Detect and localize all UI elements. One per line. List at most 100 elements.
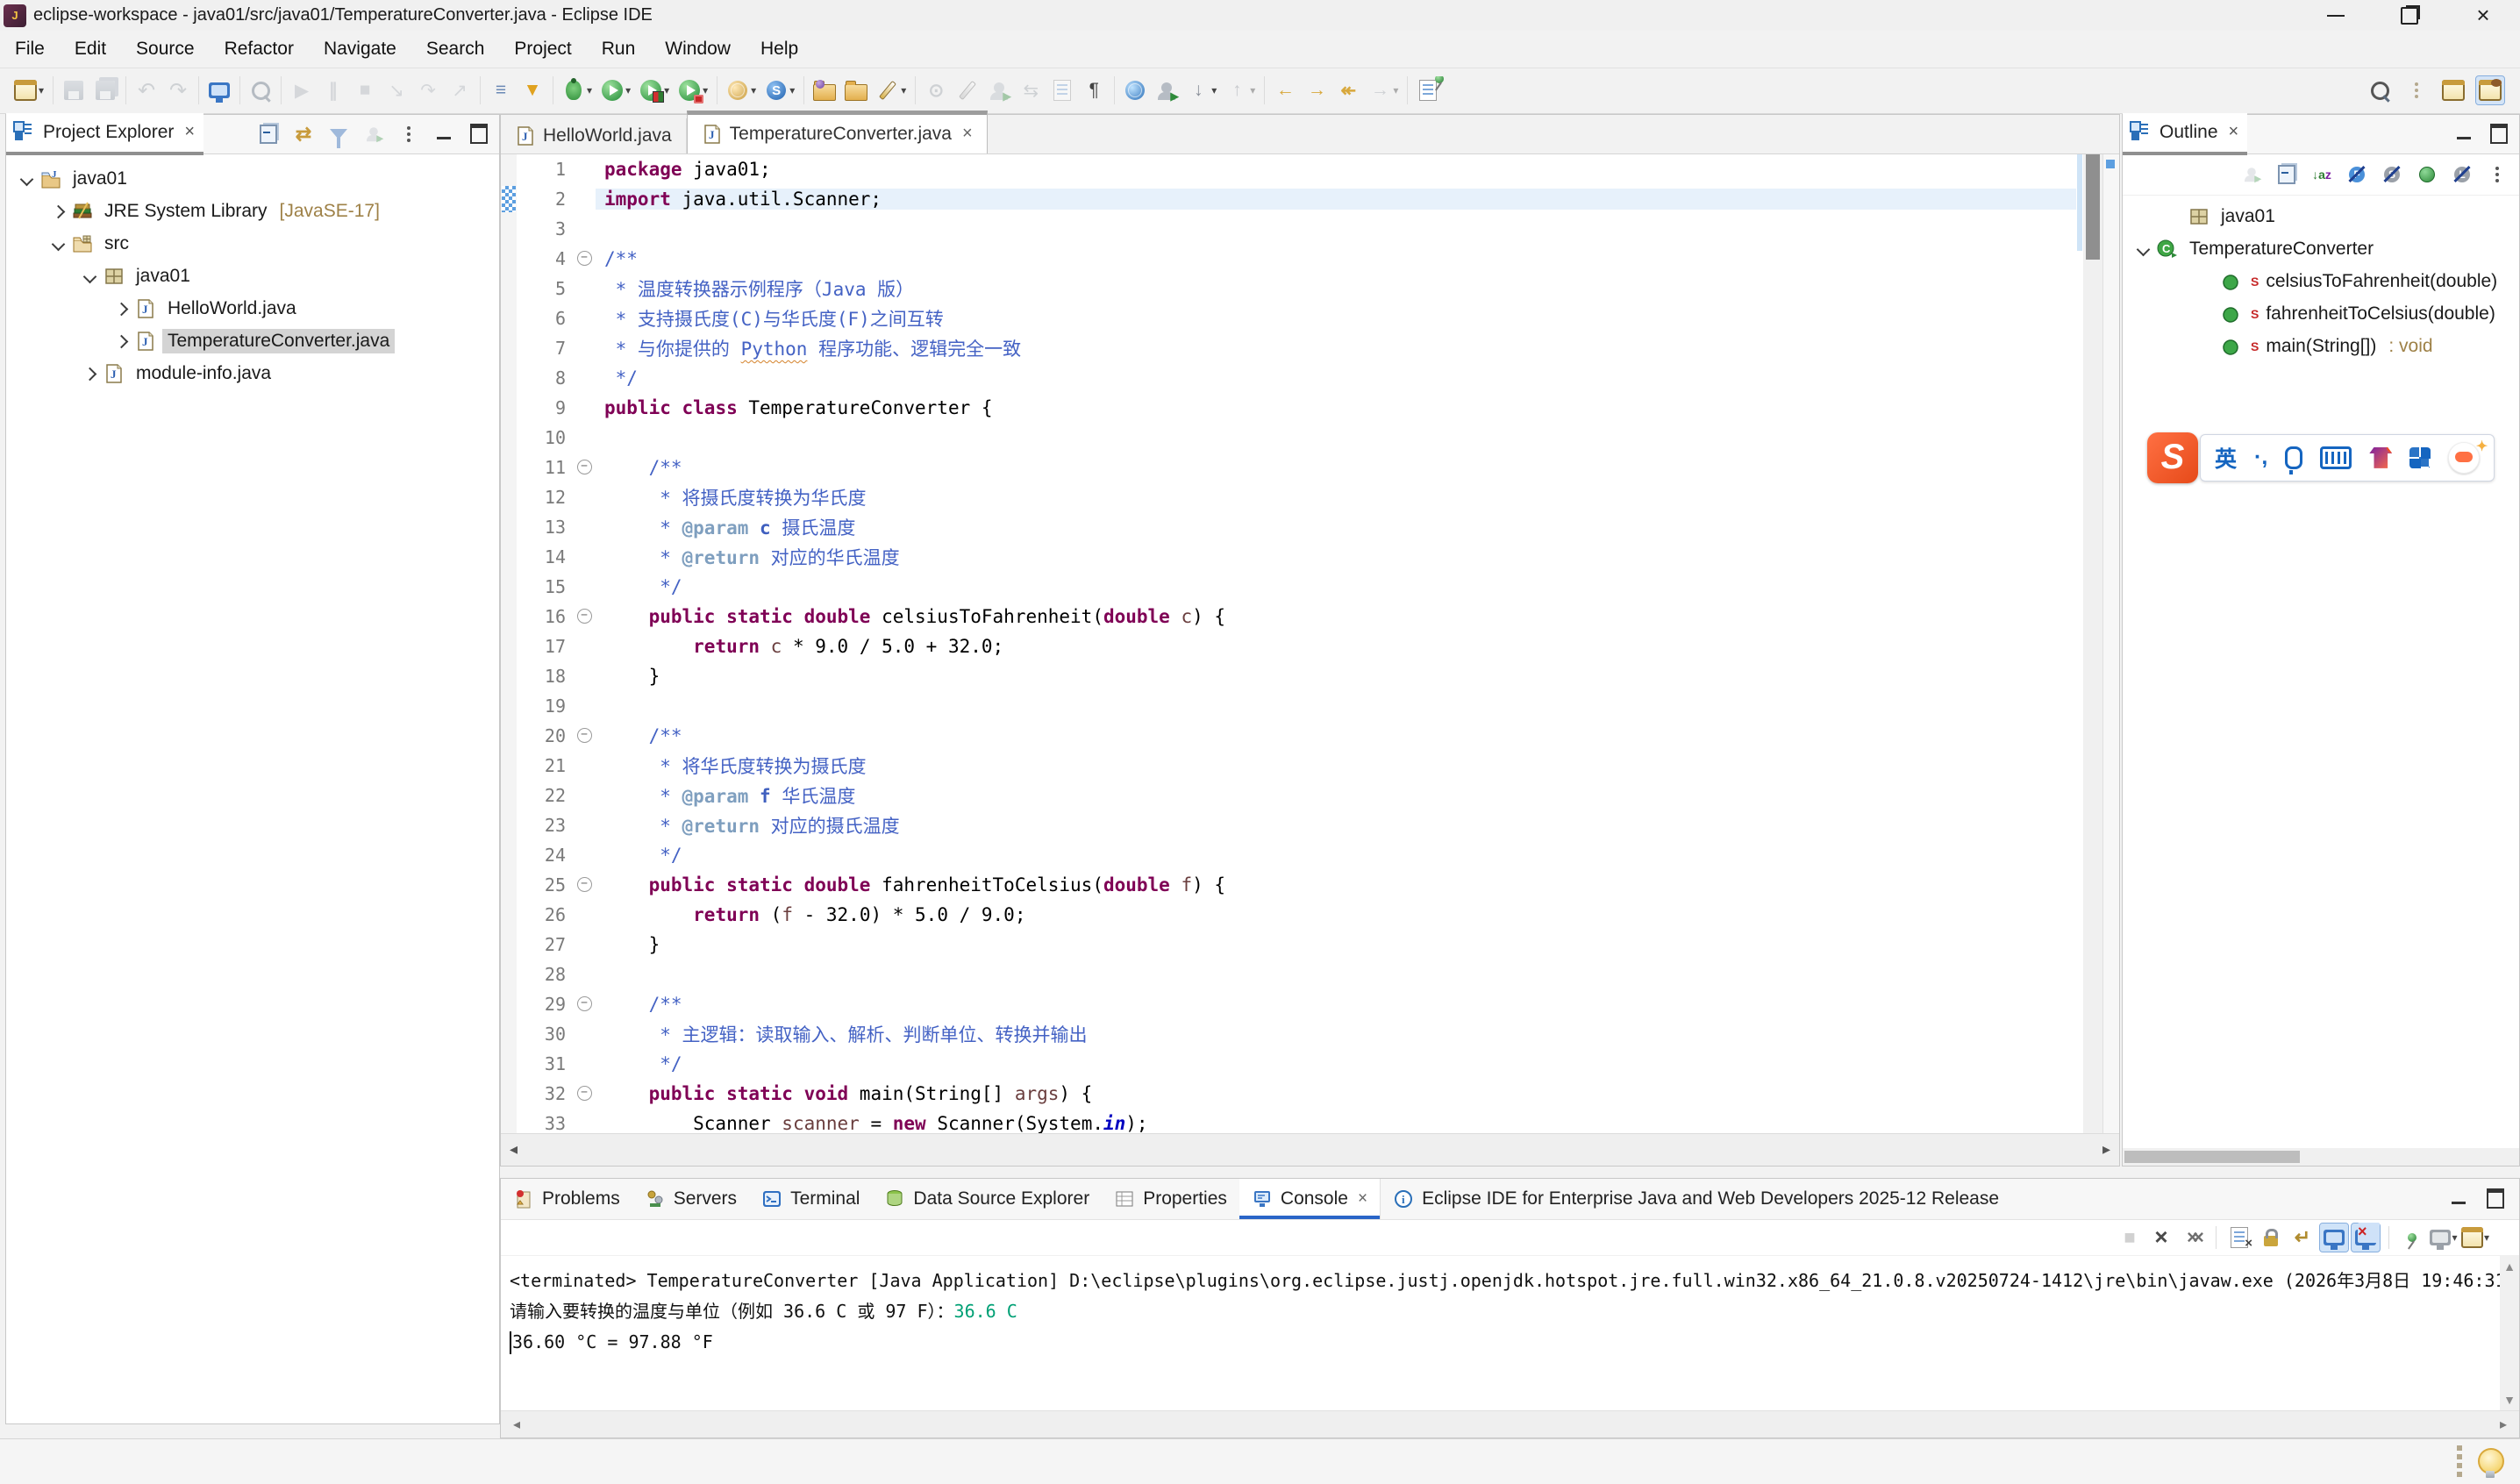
run-as-user-button[interactable] <box>1153 76 1181 104</box>
outline-item-celsiustofahrenheit-double-[interactable]: ScelsiusToFahrenheit(double) <box>2123 266 2519 298</box>
last-edit-location-button[interactable]: ↞ <box>1334 76 1362 104</box>
show-stderr-button[interactable] <box>2352 1224 2380 1252</box>
project-explorer-close-icon[interactable]: × <box>184 122 195 142</box>
fold-collapse-icon[interactable]: − <box>577 1086 592 1101</box>
display-selected-console-button[interactable]: ▾ <box>2430 1224 2458 1252</box>
pin-editor-button[interactable] <box>1414 76 1442 104</box>
menu-file[interactable]: File <box>0 31 60 67</box>
tips-lightbulb-icon[interactable] <box>2478 1448 2504 1474</box>
remove-all-launches-button[interactable]: ×× <box>2179 1224 2207 1252</box>
assistant-icon[interactable] <box>2448 442 2480 474</box>
chevron-right-icon[interactable] <box>46 207 69 217</box>
code-line-2[interactable]: 2import java.util.Scanner; <box>501 184 2076 214</box>
explorer-item-helloworld-java[interactable]: JHelloWorld.java <box>6 293 499 325</box>
outline-horizontal-scrollbar[interactable] <box>2123 1148 2519 1166</box>
code-line-31[interactable]: 31 */ <box>501 1049 2076 1079</box>
code-line-18[interactable]: 18 } <box>501 661 2076 691</box>
code-line-21[interactable]: 21 * 将华氏度转换为摄氏度 <box>501 751 2076 781</box>
fold-collapse-icon[interactable]: − <box>577 460 592 474</box>
apps-grid-icon[interactable] <box>2409 447 2431 468</box>
skin-icon[interactable] <box>2369 447 2392 468</box>
minimize-button[interactable] <box>2299 0 2373 31</box>
open-console-button[interactable]: ▾ <box>2461 1224 2489 1252</box>
menu-source[interactable]: Source <box>121 31 210 67</box>
bottom-tab-eclipse-ide-for-enterprise-java-and-web-[interactable]: iEclipse IDE for Enterprise Java and Web… <box>1380 1179 2011 1219</box>
use-step-filters-button[interactable]: ▼ <box>518 76 546 104</box>
scroll-left-icon[interactable]: ◂ <box>513 1416 520 1433</box>
debug-button[interactable]: ▾ <box>560 76 595 104</box>
maximize-view-icon[interactable] <box>2488 123 2510 146</box>
next-annotation-button[interactable]: ↓▾ <box>1184 76 1219 104</box>
chevron-down-icon[interactable] <box>78 272 101 282</box>
skip-breakpoints-button[interactable]: ≡ <box>487 76 515 104</box>
open-browser-button[interactable] <box>1121 76 1149 104</box>
hide-static-members-icon[interactable]: S <box>2381 163 2403 186</box>
ime-language-mode[interactable]: 英 <box>2215 442 2237 474</box>
code-line-23[interactable]: 23 * @return 对应的摄氏温度 <box>501 810 2076 840</box>
editor-horizontal-scrollbar[interactable]: ◂ ▸ <box>501 1133 2119 1166</box>
collapse-all-icon[interactable] <box>2275 163 2298 186</box>
open-folder-button[interactable] <box>810 76 839 104</box>
fold-collapse-icon[interactable]: − <box>577 251 592 266</box>
fold-collapse-icon[interactable]: − <box>577 609 592 624</box>
code-line-13[interactable]: 13 * @param c 摄氏温度 <box>501 512 2076 542</box>
editor-tab-temperatureconverter-java[interactable]: JTemperatureConverter.java× <box>687 111 988 153</box>
close-tab-icon[interactable]: × <box>962 124 973 144</box>
new-wizard-button[interactable]: ▾ <box>11 76 46 104</box>
search-button[interactable] <box>2366 76 2394 104</box>
menu-search[interactable]: Search <box>411 31 500 67</box>
menu-project[interactable]: Project <box>499 31 586 67</box>
bottom-tab-console[interactable]: Console× <box>1239 1179 1380 1219</box>
minimize-view-icon[interactable] <box>2452 123 2475 146</box>
code-line-17[interactable]: 17 return c * 9.0 / 5.0 + 32.0; <box>501 631 2076 661</box>
chevron-down-icon[interactable] <box>46 239 69 249</box>
outline-item-java01[interactable]: java01 <box>2123 201 2519 233</box>
editor-tab-helloworld-java[interactable]: JHelloWorld.java <box>501 118 687 153</box>
more-dots-button[interactable] <box>2402 76 2431 104</box>
punctuation-icon[interactable]: ·, <box>2254 445 2267 470</box>
pin-console-button[interactable] <box>2398 1224 2426 1252</box>
word-wrap-button[interactable]: ↵ <box>2288 1224 2317 1252</box>
open-remote-system-button[interactable] <box>205 76 233 104</box>
web-service-button[interactable]: S▾ <box>762 76 797 104</box>
code-line-24[interactable]: 24 */ <box>501 840 2076 870</box>
sogou-logo-icon[interactable]: S <box>2147 432 2198 483</box>
mark-element-button[interactable]: ▾ <box>874 76 909 104</box>
maximize-view-icon[interactable] <box>468 123 490 146</box>
code-line-32[interactable]: 32− public static void main(String[] arg… <box>501 1079 2076 1109</box>
run-secure-button[interactable]: ▾ <box>675 76 710 104</box>
code-line-22[interactable]: 22 * @param f 华氏温度 <box>501 781 2076 810</box>
bottom-tab-properties[interactable]: Properties <box>1102 1179 1239 1219</box>
code-line-19[interactable]: 19 <box>501 691 2076 721</box>
editor-vertical-scrollbar[interactable] <box>2083 154 2102 1133</box>
microphone-icon[interactable] <box>2285 446 2302 469</box>
drag-handle-icon[interactable] <box>2457 1445 2462 1451</box>
show-whitespace-button[interactable]: ¶ <box>1080 76 1108 104</box>
view-menu-icon[interactable] <box>2486 163 2509 186</box>
code-line-14[interactable]: 14 * @return 对应的华氏温度 <box>501 542 2076 572</box>
chevron-right-icon[interactable] <box>78 369 101 379</box>
import-items-button[interactable] <box>842 76 870 104</box>
code-line-25[interactable]: 25− public static double fahrenheitToCel… <box>501 870 2076 900</box>
outline-item-fahrenheittocelsius-double-[interactable]: SfahrenheitToCelsius(double) <box>2123 298 2519 331</box>
bottom-tab-data-source-explorer[interactable]: Data Source Explorer <box>872 1179 1102 1219</box>
menu-navigate[interactable]: Navigate <box>309 31 411 67</box>
menu-edit[interactable]: Edit <box>60 31 121 67</box>
scroll-lock-button[interactable] <box>2257 1224 2285 1252</box>
restore-button[interactable] <box>2373 0 2446 31</box>
code-line-3[interactable]: 3 <box>501 214 2076 244</box>
code-line-9[interactable]: 9public class TemperatureConverter { <box>501 393 2076 423</box>
console-output[interactable]: <terminated> TemperatureConverter [Java … <box>501 1256 2500 1410</box>
console-vertical-scrollbar[interactable]: ▲ ▼ <box>2500 1256 2519 1410</box>
code-line-28[interactable]: 28 <box>501 960 2076 989</box>
run-button[interactable]: ▾ <box>598 76 633 104</box>
forward-history-button[interactable]: → <box>1303 76 1331 104</box>
scroll-right-icon[interactable]: ▸ <box>2102 1140 2110 1159</box>
explorer-item-temperatureconverter-java[interactable]: JTemperatureConverter.java <box>6 325 499 358</box>
explorer-item-jre-system-library[interactable]: JRE System Library[JavaSE-17] <box>6 196 499 228</box>
link-with-editor-icon[interactable]: ⇄ <box>292 123 315 146</box>
code-line-12[interactable]: 12 * 将摄氏度转换为华氏度 <box>501 482 2076 512</box>
minimize-view-icon[interactable] <box>2447 1188 2470 1210</box>
keyboard-icon[interactable] <box>2320 446 2352 469</box>
coverage-button[interactable]: ▾ <box>637 76 672 104</box>
